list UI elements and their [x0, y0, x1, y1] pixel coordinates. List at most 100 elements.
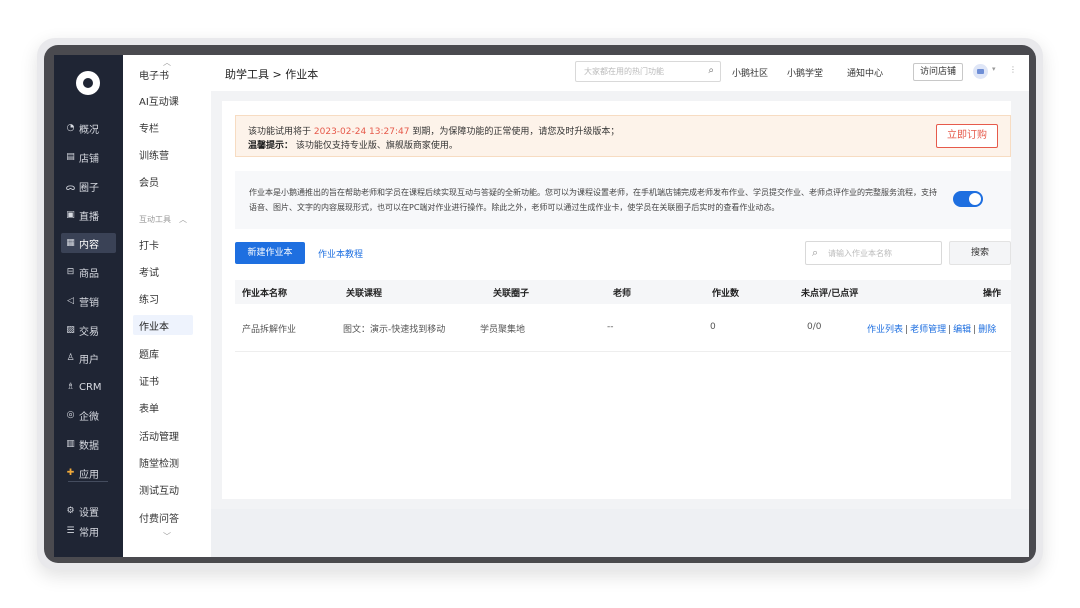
- homework-list-link[interactable]: 作业列表: [867, 325, 903, 335]
- chevron-up-icon: ︿: [179, 215, 187, 224]
- more-icon[interactable]: ⋮: [1009, 65, 1017, 74]
- nav-item-circle[interactable]: ᯅ 圈子: [61, 176, 116, 196]
- nav-item-trade[interactable]: ▨ 交易: [61, 320, 116, 340]
- subnav-item-certificate[interactable]: 证书: [133, 370, 193, 390]
- crm-icon: ♗: [66, 382, 75, 392]
- cell-review: 0/0: [807, 322, 822, 332]
- subnav-item-exam[interactable]: 考试: [133, 261, 193, 281]
- nav-item-label: 数据: [79, 440, 99, 452]
- search-icon[interactable]: ⌕: [708, 65, 714, 76]
- apps-icon: ✚: [66, 468, 75, 478]
- device-bezel: ◔ 概况 ▤ 店铺 ᯅ 圈子 ▣ 直播 ▦ 内容 ⊟ 商品 ◁ 营销 ▨ 交易 …: [44, 45, 1036, 563]
- feature-toggle[interactable]: [953, 191, 983, 207]
- global-search-input[interactable]: 大家都在用的热门功能 ⌕: [575, 61, 721, 82]
- notice-line: 该功能试用将于 2023-02-24 13:27:47 到期，为保障功能的正常使…: [248, 124, 619, 137]
- nav-item-label: 内容: [79, 239, 99, 251]
- new-homework-button[interactable]: 新建作业本: [235, 242, 305, 264]
- nav-item-data[interactable]: ▥ 数据: [61, 434, 116, 454]
- nav-item-frequent[interactable]: ☰ 常用: [61, 521, 116, 541]
- tutorial-link[interactable]: 作业本教程: [318, 247, 363, 260]
- nav-item-settings[interactable]: ⚙ 设置: [61, 501, 116, 521]
- teacher-manage-link[interactable]: 老师管理: [910, 325, 946, 335]
- chevron-down-icon[interactable]: ﹀: [163, 531, 171, 542]
- nav-item-crm[interactable]: ♗ CRM: [61, 377, 116, 397]
- data-icon: ▥: [66, 439, 75, 449]
- nav-item-store[interactable]: ▤ 店铺: [61, 147, 116, 167]
- notice-tip: 温馨提示： 该功能仅支持专业版、旗舰版商家使用。: [248, 138, 458, 151]
- search-placeholder: 请输入作业本名称: [828, 249, 892, 258]
- link-notifications[interactable]: 通知中心: [847, 66, 883, 79]
- cell-circle: 学员聚集地: [480, 325, 526, 335]
- trial-notice: 该功能试用将于 2023-02-24 13:27:47 到期，为保障功能的正常使…: [235, 115, 1011, 157]
- column-header-count: 作业数: [712, 289, 740, 299]
- subnav-item-checkin[interactable]: 打卡: [133, 234, 193, 254]
- intro-text: 作业本是小鹅通推出的旨在帮助老师和学员在课程后续实现互动与答疑的全新功能。您可以…: [249, 188, 937, 212]
- nav-item-label: 常用: [79, 527, 99, 539]
- homework-search-input[interactable]: ⌕ 请输入作业本名称: [805, 241, 942, 265]
- settings-icon: ⚙: [66, 506, 75, 516]
- column-header-name: 作业本名称: [242, 289, 288, 299]
- brand-logo[interactable]: [76, 71, 100, 95]
- column-header-review: 未点评/已点评: [801, 289, 859, 299]
- nav-item-label: 营销: [79, 297, 99, 309]
- notice-prefix: 该功能试用将于: [248, 127, 312, 137]
- delete-link[interactable]: 删除: [978, 325, 996, 335]
- nav-item-goods[interactable]: ⊟ 商品: [61, 262, 116, 282]
- nav-item-label: 设置: [79, 507, 99, 519]
- separator: |: [905, 325, 909, 335]
- overview-icon: ◔: [66, 123, 75, 133]
- subnav-item-homework[interactable]: 作业本: [133, 315, 193, 335]
- tip-text: 该功能仅支持专业版、旗舰版商家使用。: [295, 141, 458, 151]
- column-header-operations: 操作: [983, 289, 1002, 299]
- nav-item-label: CRM: [79, 381, 102, 393]
- edit-link[interactable]: 编辑: [953, 325, 971, 335]
- table-row: 产品拆解作业 图文：演示-快速找到移动 学员聚集地 -- 0 0/0 作业列表 |…: [235, 304, 1011, 352]
- subnav-item-practice[interactable]: 练习: [133, 288, 193, 308]
- search-icon: ⌕: [812, 246, 819, 259]
- nav-item-content[interactable]: ▦ 内容: [61, 233, 116, 253]
- nav-item-apps[interactable]: ✚ 应用: [61, 463, 116, 483]
- app-screen: ◔ 概况 ▤ 店铺 ᯅ 圈子 ▣ 直播 ▦ 内容 ⊟ 商品 ◁ 营销 ▨ 交易 …: [54, 55, 1029, 557]
- avatar[interactable]: [973, 64, 988, 79]
- subnav-item-ebook[interactable]: 电子书: [133, 64, 193, 84]
- nav-item-marketing[interactable]: ◁ 营销: [61, 291, 116, 311]
- subnav-item-paid-qa[interactable]: 付费问答: [133, 507, 193, 527]
- subnav-item-member[interactable]: 会员: [133, 171, 193, 191]
- marketing-icon: ◁: [67, 296, 74, 306]
- nav-item-label: 概况: [79, 124, 99, 136]
- store-icon: ▤: [66, 152, 75, 162]
- search-placeholder: 大家都在用的热门功能: [584, 67, 664, 76]
- subnav-item-ai-course[interactable]: AI互动课: [133, 90, 193, 110]
- subscribe-button[interactable]: 立即订购: [936, 124, 998, 148]
- column-header-course: 关联课程: [346, 289, 383, 299]
- visit-store-button[interactable]: 访问店铺: [913, 63, 963, 81]
- subnav-item-question-bank[interactable]: 题库: [133, 343, 193, 363]
- nav-item-overview[interactable]: ◔ 概况: [61, 118, 116, 138]
- frequent-icon: ☰: [66, 526, 75, 536]
- notice-date: 2023-02-24 13:27:47: [313, 127, 410, 137]
- subnav-item-column[interactable]: 专栏: [133, 117, 193, 137]
- nav-item-wecom[interactable]: ◎ 企微: [61, 405, 116, 425]
- nav-item-user[interactable]: ♙ 用户: [61, 348, 116, 368]
- nav-item-label: 圈子: [79, 182, 99, 194]
- search-button[interactable]: 搜索: [949, 241, 1011, 265]
- feature-intro: 作业本是小鹅通推出的旨在帮助老师和学员在课程后续实现互动与答疑的全新功能。您可以…: [235, 171, 1011, 229]
- subnav-item-form[interactable]: 表单: [133, 397, 193, 417]
- subnav-item-camp[interactable]: 训练营: [133, 144, 193, 164]
- subnav-item-test[interactable]: 测试互动: [133, 479, 193, 499]
- nav-item-label: 企微: [79, 411, 99, 423]
- separator: |: [948, 325, 952, 335]
- nav-item-label: 交易: [79, 326, 99, 338]
- link-academy[interactable]: 小鹅学堂: [787, 66, 823, 79]
- subnav-group-header[interactable]: 互动工具 ︿: [139, 214, 187, 225]
- nav-item-label: 商品: [79, 268, 99, 280]
- table-header: 作业本名称 关联课程 关联圈子 老师 作业数 未点评/已点评 操作: [235, 280, 1011, 304]
- link-community[interactable]: 小鹅社区: [732, 66, 768, 79]
- subnav-item-quiz[interactable]: 随堂检测: [133, 452, 193, 472]
- user-icon: ♙: [66, 353, 75, 363]
- nav-item-label: 用户: [79, 354, 99, 366]
- chevron-down-icon[interactable]: ▾: [992, 65, 996, 73]
- nav-item-live[interactable]: ▣ 直播: [61, 205, 116, 225]
- content-icon: ▦: [66, 238, 75, 248]
- subnav-item-activity[interactable]: 活动管理: [133, 425, 193, 445]
